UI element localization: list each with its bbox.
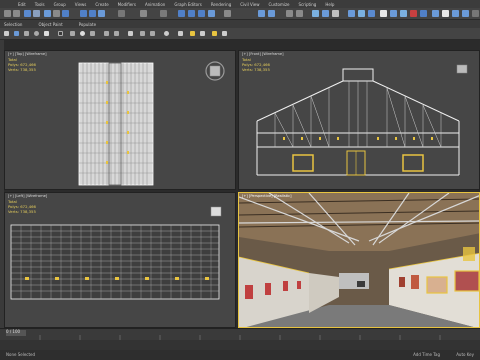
auto-key-button[interactable]: Auto Key (456, 352, 474, 357)
menu-group[interactable]: Group (54, 2, 66, 7)
menu-scripting[interactable]: Scripting (299, 2, 317, 7)
front-elevation-drawing (256, 64, 468, 176)
main-toolbar (0, 8, 480, 20)
freeze-icon[interactable] (178, 31, 183, 36)
layer-explorer-icon[interactable] (150, 31, 155, 36)
select-scale-icon[interactable] (98, 10, 105, 17)
menu-views[interactable]: Views (75, 2, 87, 7)
rect-selection-icon[interactable] (62, 10, 69, 17)
status-bar: None Selected Add Time Tag Auto Key (0, 350, 480, 360)
top-plan-drawing (78, 61, 225, 186)
hide-icon[interactable] (190, 31, 195, 36)
secondary-toolbar (0, 28, 480, 40)
named-selection-icon[interactable] (224, 10, 231, 17)
scene-explorer-icon[interactable] (296, 10, 303, 17)
geometry-icon[interactable] (58, 31, 63, 36)
pivot-icon[interactable] (140, 10, 147, 17)
select-object-icon[interactable] (44, 10, 51, 17)
select-rotate-icon[interactable] (89, 10, 96, 17)
menu-create[interactable]: Create (95, 2, 108, 7)
hierarchy-icon[interactable] (24, 31, 29, 36)
tab-object-paint[interactable]: Object Paint (38, 22, 62, 27)
effects-icon[interactable] (462, 10, 469, 17)
yellow-layer-icon[interactable] (212, 31, 217, 36)
keyboard-shortcut-icon[interactable] (160, 10, 167, 17)
layer-icon[interactable] (286, 10, 293, 17)
max-app-window: Edit Tools Group Views Create Modifiers … (0, 0, 480, 360)
create-icon[interactable] (4, 31, 9, 36)
track-bar[interactable] (0, 340, 480, 350)
xref-icon[interactable] (200, 31, 205, 36)
ribbon-tabs: Selection Object Paint Populate (0, 20, 480, 28)
time-slider[interactable] (0, 328, 480, 340)
viewcube-front-icon (456, 64, 468, 74)
redo-icon[interactable] (13, 10, 20, 17)
align-icon[interactable] (268, 10, 275, 17)
tab-selection[interactable]: Selection (4, 22, 22, 27)
tab-populate[interactable]: Populate (79, 22, 96, 27)
menu-modifiers[interactable]: Modifiers (118, 2, 136, 7)
render-icon[interactable] (368, 10, 375, 17)
environment-icon[interactable] (452, 10, 459, 17)
viewcube-left-icon (210, 206, 222, 217)
menu-help[interactable]: Help (325, 2, 334, 7)
viewport-front[interactable]: [+] [Front] [Wireframe] Total Polys: 672… (238, 50, 480, 190)
select-by-name-icon[interactable] (53, 10, 60, 17)
active-shade-icon[interactable] (400, 10, 407, 17)
render-cloud-icon[interactable] (410, 10, 417, 17)
filter-icon[interactable] (140, 31, 145, 36)
frame-counter[interactable]: 0 / 100 (6, 329, 20, 334)
lights-icon[interactable] (80, 31, 85, 36)
angle-snap-icon[interactable] (188, 10, 195, 17)
viewport-top[interactable]: [+] [Top] [Wireframe] Total Polys: 672,4… (4, 50, 236, 190)
menu-customize[interactable]: Customize (269, 2, 290, 7)
menu-civil-view[interactable]: Civil View (240, 2, 259, 7)
viewport-left[interactable]: [+] [Left] [Wireframe] Total Polys: 672,… (4, 192, 236, 328)
curve-editor-icon[interactable] (312, 10, 319, 17)
light-bulb-icon[interactable] (164, 31, 169, 36)
add-time-tag-button[interactable]: Add Time Tag (413, 352, 440, 357)
left-elevation-drawing (10, 206, 222, 300)
link-icon[interactable] (24, 10, 31, 17)
menu-bar: Edit Tools Group Views Create Modifiers … (0, 0, 480, 8)
spinner-snap-icon[interactable] (208, 10, 215, 17)
display-icon[interactable] (44, 31, 49, 36)
undo-icon[interactable] (4, 10, 11, 17)
shapes-icon[interactable] (70, 31, 75, 36)
mirror-icon[interactable] (258, 10, 265, 17)
material-editor-icon[interactable] (332, 10, 339, 17)
menu-graph-editors[interactable]: Graph Editors (174, 2, 201, 7)
render-setup-icon[interactable] (348, 10, 355, 17)
motion-icon[interactable] (34, 31, 39, 36)
menu-animation[interactable]: Animation (145, 2, 165, 7)
schematic-view-icon[interactable] (322, 10, 329, 17)
cameras-icon[interactable] (90, 31, 95, 36)
unlink-icon[interactable] (33, 10, 40, 17)
render-iterative-icon[interactable] (390, 10, 397, 17)
viewport-perspective-label[interactable]: [+] [Perspective] [Realistic] (242, 194, 292, 198)
rendered-frame-icon[interactable] (358, 10, 365, 17)
viewport-perspective[interactable]: [+] [Perspective] [Realistic] (238, 192, 480, 328)
percent-snap-icon[interactable] (198, 10, 205, 17)
menu-tools[interactable]: Tools (35, 2, 45, 7)
viewcube-icon (205, 61, 225, 81)
systems-icon[interactable] (128, 31, 133, 36)
modify-icon[interactable] (14, 31, 19, 36)
snap-icon[interactable] (178, 10, 185, 17)
helpers-icon[interactable] (104, 31, 109, 36)
status-selection-text: None Selected (6, 352, 36, 357)
viewport-settings-icon[interactable] (432, 10, 439, 17)
extra-tools-icon[interactable] (472, 10, 479, 17)
spacewarps-icon[interactable] (114, 31, 119, 36)
reference-coordinate-icon[interactable] (118, 10, 125, 17)
perspective-gallery-render (239, 193, 479, 327)
render-production-icon[interactable] (380, 10, 387, 17)
container-icon[interactable] (222, 31, 227, 36)
menu-rendering[interactable]: Rendering (211, 2, 231, 7)
menu-edit[interactable]: Edit (18, 2, 26, 7)
select-move-icon[interactable] (80, 10, 87, 17)
a360-icon[interactable] (420, 10, 427, 17)
quick-render-icon[interactable] (442, 10, 449, 17)
